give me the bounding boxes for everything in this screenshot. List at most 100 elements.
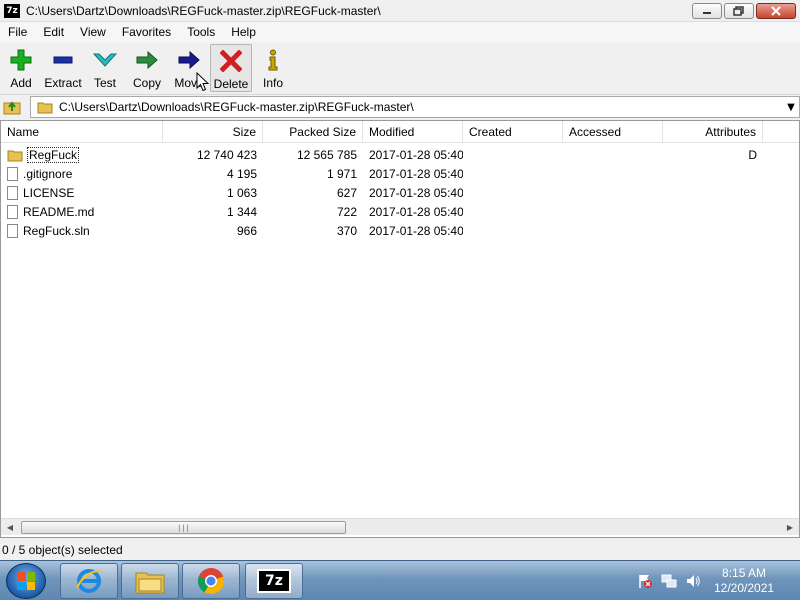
table-row[interactable]: .gitignore 4 195 1 971 2017-01-28 05:40 bbox=[1, 164, 799, 183]
file-icon bbox=[7, 185, 18, 200]
scrollbar-thumb[interactable]: ||| bbox=[21, 521, 346, 534]
menu-file[interactable]: File bbox=[0, 22, 35, 42]
start-button[interactable] bbox=[6, 563, 46, 599]
7zip-app-icon[interactable]: 7z bbox=[4, 3, 20, 18]
window-title: C:\Users\Dartz\Downloads\REGFuck-master.… bbox=[26, 3, 381, 18]
horizontal-scrollbar[interactable]: ◀ ||| ▶ bbox=[1, 518, 799, 535]
size-cell: 4 195 bbox=[226, 166, 257, 181]
packed-size-cell: 1 971 bbox=[326, 166, 357, 181]
volume-icon[interactable] bbox=[684, 572, 702, 590]
list-header: Name Size Packed Size Modified Created A… bbox=[1, 121, 799, 143]
folder-icon bbox=[7, 150, 23, 161]
window-controls bbox=[692, 3, 796, 19]
table-row[interactable]: RegFuck 12 740 423 12 565 785 2017-01-28… bbox=[1, 145, 799, 164]
attributes-cell: D bbox=[748, 147, 757, 162]
size-cell: 12 740 423 bbox=[196, 147, 257, 162]
move-arrow-icon bbox=[177, 48, 201, 72]
size-cell: 966 bbox=[236, 223, 257, 238]
clock-time: 8:15 AM bbox=[722, 566, 767, 580]
7zip-icon: 7z bbox=[257, 569, 291, 593]
packed-size-cell: 722 bbox=[336, 204, 357, 219]
copy-button[interactable]: Copy bbox=[126, 44, 168, 92]
menu-view[interactable]: View bbox=[72, 22, 114, 42]
x-icon bbox=[219, 49, 243, 73]
column-attributes[interactable]: Attributes bbox=[663, 121, 763, 143]
folder-icon bbox=[37, 102, 53, 114]
plus-icon bbox=[9, 48, 33, 72]
close-button[interactable] bbox=[756, 3, 796, 19]
info-icon bbox=[261, 48, 285, 72]
column-packed-size[interactable]: Packed Size bbox=[263, 121, 363, 143]
minus-icon bbox=[51, 48, 75, 72]
minimize-button[interactable] bbox=[692, 3, 722, 19]
file-explorer-taskbar-button[interactable] bbox=[121, 563, 179, 599]
taskbar-clock[interactable]: 8:15 AM 12/20/2021 bbox=[714, 566, 774, 596]
modified-cell: 2017-01-28 05:40 bbox=[369, 147, 463, 162]
extract-button[interactable]: Extract bbox=[42, 44, 84, 92]
minimize-icon bbox=[703, 12, 711, 14]
modified-cell: 2017-01-28 05:40 bbox=[369, 166, 463, 181]
menu-help[interactable]: Help bbox=[223, 22, 264, 42]
maximize-button[interactable] bbox=[724, 3, 754, 19]
add-button[interactable]: Add bbox=[0, 44, 42, 92]
test-label: Test bbox=[93, 76, 116, 90]
column-name[interactable]: Name bbox=[1, 121, 163, 143]
path-combobox[interactable]: C:\Users\Dartz\Downloads\REGFuck-master.… bbox=[30, 96, 800, 118]
name-cell: RegFuck.sln bbox=[1, 223, 163, 238]
copy-label: Copy bbox=[132, 76, 161, 90]
packed-size-cell: 627 bbox=[336, 185, 357, 200]
file-icon bbox=[7, 204, 18, 219]
packed-size-cell: 12 565 785 bbox=[296, 147, 357, 162]
name-cell: README.md bbox=[1, 204, 163, 219]
table-row[interactable]: README.md 1 344 722 2017-01-28 05:40 bbox=[1, 202, 799, 221]
name-cell: .gitignore bbox=[1, 166, 163, 181]
up-folder-icon bbox=[3, 100, 21, 114]
test-button[interactable]: Test bbox=[84, 44, 126, 92]
restore-icon bbox=[733, 6, 744, 16]
column-size[interactable]: Size bbox=[163, 121, 263, 143]
file-list[interactable]: Name Size Packed Size Modified Created A… bbox=[0, 120, 800, 538]
chevron-down-icon[interactable]: ▼ bbox=[783, 102, 799, 113]
column-created[interactable]: Created bbox=[463, 121, 563, 143]
extract-label: Extract bbox=[44, 76, 82, 90]
file-name: README.md bbox=[23, 204, 95, 219]
info-label: Info bbox=[262, 76, 283, 90]
info-button[interactable]: Info bbox=[252, 44, 294, 92]
modified-cell: 2017-01-28 05:40 bbox=[369, 223, 463, 238]
menu-favorites[interactable]: Favorites bbox=[114, 22, 179, 42]
packed-size-cell: 370 bbox=[336, 223, 357, 238]
scroll-right-icon[interactable]: ▶ bbox=[783, 519, 797, 536]
column-accessed[interactable]: Accessed bbox=[563, 121, 663, 143]
menu-bar: File Edit View Favorites Tools Help bbox=[0, 22, 800, 42]
add-label: Add bbox=[10, 76, 32, 90]
network-icon[interactable] bbox=[660, 572, 678, 590]
action-center-flag-icon[interactable] bbox=[636, 572, 654, 590]
menu-edit[interactable]: Edit bbox=[35, 22, 72, 42]
column-modified[interactable]: Modified bbox=[363, 121, 463, 143]
path-text: C:\Users\Dartz\Downloads\REGFuck-master.… bbox=[59, 100, 414, 114]
table-row[interactable]: RegFuck.sln 966 370 2017-01-28 05:40 bbox=[1, 221, 799, 240]
name-cell: LICENSE bbox=[1, 185, 163, 200]
address-bar: C:\Users\Dartz\Downloads\REGFuck-master.… bbox=[0, 94, 800, 118]
delete-label: Delete bbox=[213, 77, 249, 91]
copy-arrow-icon bbox=[135, 48, 159, 72]
internet-explorer-taskbar-button[interactable] bbox=[60, 563, 118, 599]
file-icon bbox=[7, 223, 18, 238]
clock-date: 12/20/2021 bbox=[714, 581, 775, 595]
up-folder-button[interactable] bbox=[0, 96, 24, 118]
delete-button[interactable]: Delete bbox=[210, 44, 252, 92]
toolbar: Add Extract Test Copy Move Delete Info bbox=[0, 42, 800, 94]
file-explorer-icon bbox=[135, 572, 165, 594]
7zip-taskbar-button[interactable]: 7z bbox=[245, 563, 303, 599]
table-row[interactable]: LICENSE 1 063 627 2017-01-28 05:40 bbox=[1, 183, 799, 202]
modified-cell: 2017-01-28 05:40 bbox=[369, 204, 463, 219]
file-name: RegFuck.sln bbox=[23, 223, 90, 238]
file-name: RegFuck bbox=[27, 146, 80, 163]
chrome-taskbar-button[interactable] bbox=[182, 563, 240, 599]
system-tray: 8:15 AM 12/20/2021 bbox=[630, 561, 800, 600]
windows-logo-icon bbox=[17, 572, 35, 590]
menu-tools[interactable]: Tools bbox=[179, 22, 223, 42]
internet-explorer-icon bbox=[76, 569, 103, 593]
file-icon bbox=[7, 166, 18, 181]
scroll-left-icon[interactable]: ◀ bbox=[3, 519, 17, 536]
